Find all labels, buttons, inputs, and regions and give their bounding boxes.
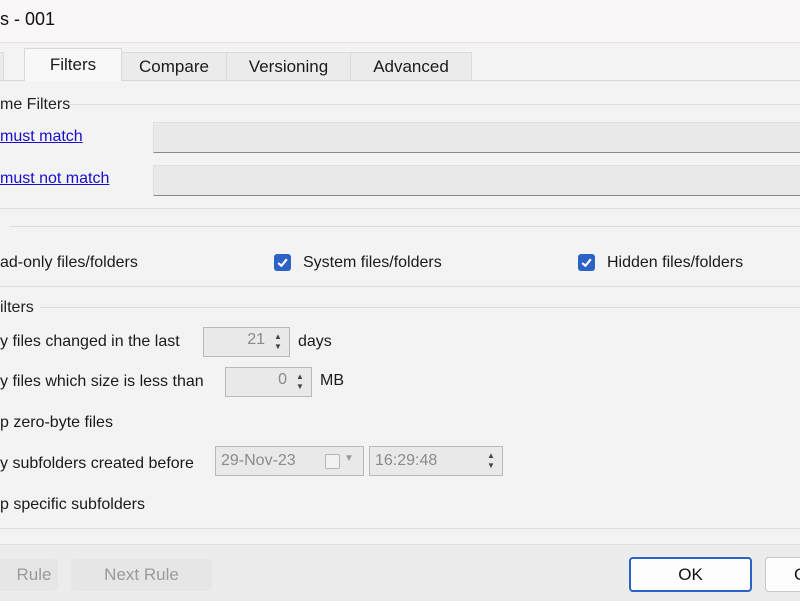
window-title: s - 001 [0, 9, 56, 29]
attributes-group-marker [0, 218, 4, 232]
skip-zero-byte-label: p zero-byte files [0, 414, 113, 431]
size-less-than-label: y files which size is less than [0, 373, 204, 390]
system-files-checkbox[interactable] [274, 254, 291, 271]
tab-general[interactable] [0, 52, 4, 80]
tab-compare-label: Compare [139, 56, 209, 76]
tab-filters[interactable]: Filters [24, 48, 122, 81]
ok-button[interactable]: OK [629, 557, 752, 592]
days-spinner[interactable]: 21 ▲ ▼ [203, 327, 290, 357]
subfolders-before-label: y subfolders created before [0, 455, 194, 472]
date-value: 29-Nov-23 [221, 452, 296, 469]
group-separator [0, 528, 800, 529]
group-separator [0, 286, 800, 287]
time-value: 16:29:48 [375, 452, 438, 469]
hidden-files-label: Hidden files/folders [607, 254, 744, 271]
time-spinner[interactable]: 16:29:48 ▲ ▼ [369, 446, 503, 476]
attributes-separator [10, 226, 800, 227]
calendar-checkbox-icon[interactable] [325, 454, 340, 469]
must-match-input[interactable] [153, 122, 800, 153]
date-picker[interactable]: 29-Nov-23 ▼ [215, 446, 364, 476]
checkmark-icon [277, 258, 288, 268]
tab-compare[interactable]: Compare [121, 52, 227, 80]
tab-versioning-label: Versioning [248, 56, 329, 76]
size-unit-label: MB [320, 372, 344, 389]
spinner-arrows-icon[interactable]: ▲ ▼ [269, 329, 287, 355]
checkmark-icon [581, 258, 592, 268]
title-bar [0, 0, 800, 43]
must-match-link[interactable]: must match [0, 128, 83, 146]
system-files-label: System files/folders [303, 254, 442, 271]
readonly-files-label: ad-only files/folders [0, 254, 138, 271]
chevron-down-icon[interactable]: ▼ [344, 453, 354, 464]
size-value: 0 [278, 371, 287, 388]
tab-filters-label: Filters [49, 55, 97, 74]
next-rule-button[interactable]: Next Rule [71, 559, 212, 591]
tab-versioning[interactable]: Versioning [226, 52, 351, 80]
tab-advanced-label: Advanced [373, 56, 449, 76]
must-not-match-link[interactable]: must not match [0, 170, 109, 188]
skip-specific-subfolders-label: p specific subfolders [0, 496, 145, 513]
tab-advanced[interactable]: Advanced [350, 52, 472, 80]
spinner-arrows-icon[interactable]: ▲ ▼ [291, 369, 309, 395]
days-unit-label: days [298, 333, 332, 350]
changed-in-last-label: y files changed in the last [0, 333, 180, 350]
other-filters-separator [40, 307, 800, 308]
hidden-files-checkbox[interactable] [578, 254, 595, 271]
must-not-match-input[interactable] [153, 165, 800, 196]
name-filters-separator [70, 104, 800, 105]
group-separator [0, 208, 800, 209]
previous-rule-button[interactable]: Rule [0, 559, 58, 591]
cancel-button[interactable]: C [765, 557, 800, 592]
name-filters-title: me Filters [0, 96, 71, 113]
other-filters-title: ilters [0, 299, 34, 316]
spinner-arrows-icon[interactable]: ▲ ▼ [482, 448, 500, 474]
days-value: 21 [247, 331, 265, 348]
size-spinner[interactable]: 0 ▲ ▼ [225, 367, 312, 397]
